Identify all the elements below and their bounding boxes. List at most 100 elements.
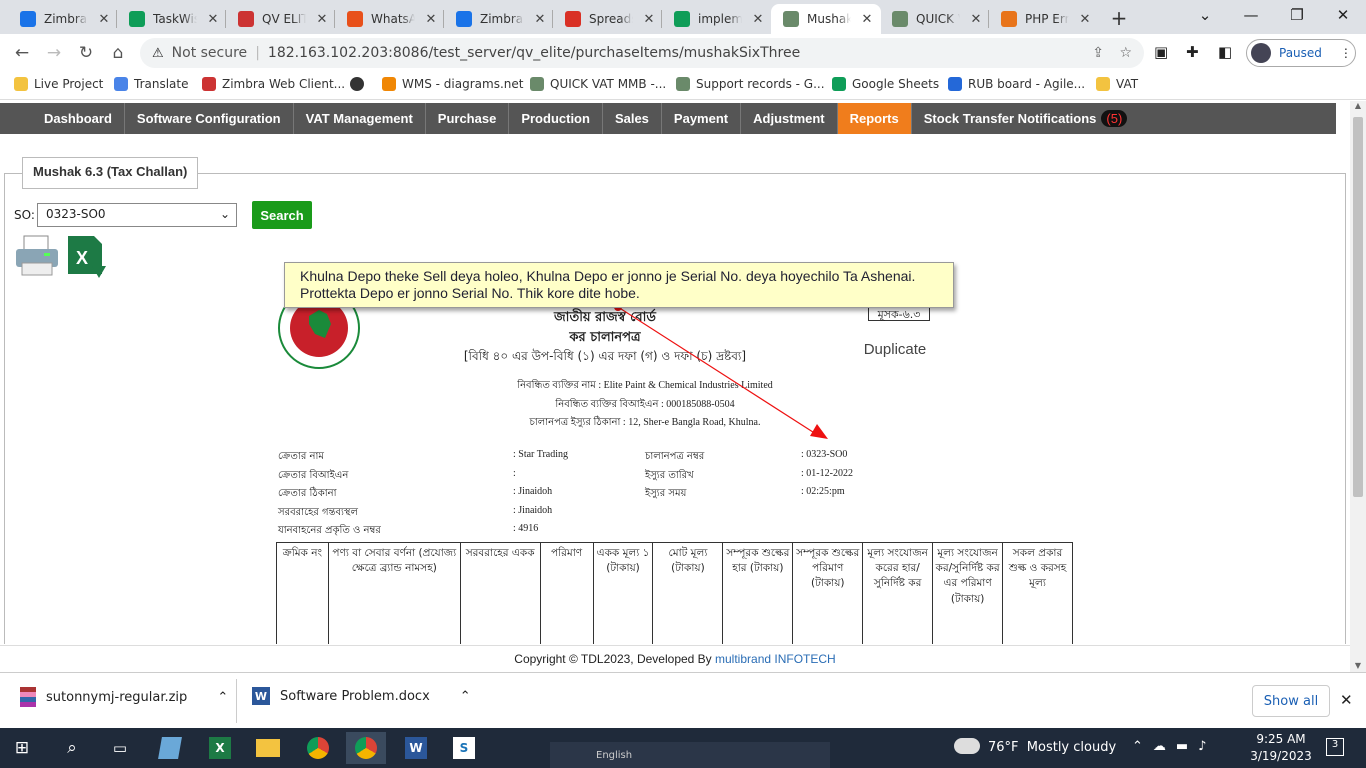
bookmark-item[interactable]: [350, 77, 364, 91]
bookmark-label: QUICK VAT MMB -...: [550, 77, 667, 91]
comment-tooltip: Khulna Depo theke Sell deya holeo, Khuln…: [284, 262, 954, 308]
file-explorer-icon[interactable]: [248, 732, 288, 764]
bookmark-item[interactable]: RUB board - Agile...: [948, 77, 1085, 91]
bookmark-item[interactable]: Google Sheets: [832, 77, 939, 91]
back-icon[interactable]: ←: [10, 41, 34, 65]
menu-label: Sales: [614, 111, 649, 126]
taskbar: ⊞ ⌕ ▭ X W S English 76°F Mostly cloudy ⌃…: [0, 728, 1366, 768]
scrollbar-down-icon[interactable]: ▼: [1350, 661, 1366, 670]
address-bar[interactable]: ⚠ Not secure | 182.163.102.203:8086/test…: [140, 38, 1144, 68]
sidepanel-icon[interactable]: ◧: [1218, 43, 1232, 61]
language-bar[interactable]: English: [550, 742, 830, 768]
forward-icon[interactable]: →: [42, 41, 66, 65]
scrollbar-up-icon[interactable]: ▲: [1350, 101, 1366, 110]
clock-time[interactable]: 9:25 AM: [1256, 732, 1306, 746]
notepad-app-icon[interactable]: [150, 732, 190, 764]
menu-item-purchase[interactable]: Purchase: [426, 103, 510, 134]
close-icon[interactable]: ✕: [314, 12, 330, 27]
menu-item-software-configuration[interactable]: Software Configuration: [125, 103, 294, 134]
column-header: মোট মূল্য (টাকায়): [652, 542, 724, 644]
menu-item-payment[interactable]: Payment: [662, 103, 742, 134]
menu-item-dashboard[interactable]: Dashboard: [32, 103, 125, 134]
extension-icon[interactable]: ▣: [1154, 43, 1168, 61]
tab-9[interactable]: PHP Erro ✕: [989, 4, 1099, 34]
skype-app-icon[interactable]: S: [444, 732, 484, 764]
menu-item-reports[interactable]: Reports: [837, 103, 912, 134]
download-label: sutonnymj-regular.zip: [46, 689, 188, 705]
download-item-docx[interactable]: W Software Problem.docx ⌃: [252, 687, 471, 705]
tab-label: Zimbra:: [480, 12, 524, 26]
bookmark-label: Support records - G...: [696, 77, 825, 91]
reload-icon[interactable]: ↻: [74, 41, 98, 65]
menu-item-vat-management[interactable]: VAT Management: [294, 103, 426, 134]
tab-1[interactable]: TaskWise ✕: [117, 4, 227, 34]
chevron-up-icon[interactable]: ⌃: [460, 689, 471, 704]
minimize-button[interactable]: —: [1228, 0, 1274, 30]
weather-text[interactable]: 76°F Mostly cloudy: [988, 740, 1116, 755]
new-tab-button[interactable]: +: [1106, 6, 1132, 32]
tab-search-icon[interactable]: ⌄: [1182, 0, 1228, 30]
show-all-button[interactable]: Show all: [1252, 685, 1330, 717]
bookmark-item[interactable]: Support records - G...: [676, 77, 825, 91]
close-icon[interactable]: ✕: [641, 12, 657, 27]
close-icon[interactable]: ✕: [423, 12, 439, 27]
bookmark-item[interactable]: Zimbra Web Client...: [202, 77, 345, 91]
tab-0[interactable]: Zimbra: I ✕: [8, 4, 118, 34]
profile-button[interactable]: Paused ⋮: [1246, 39, 1356, 67]
chrome-active-icon[interactable]: [346, 732, 386, 764]
bookmark-item[interactable]: WMS - diagrams.net: [382, 77, 523, 91]
tray-icons[interactable]: ⌃☁▬♪: [1132, 739, 1216, 754]
close-icon[interactable]: ✕: [750, 12, 766, 27]
chevron-up-icon[interactable]: ⌃: [217, 690, 228, 705]
home-icon[interactable]: ⌂: [106, 41, 130, 65]
excel-export-icon[interactable]: X: [66, 234, 110, 280]
items-table: ক্রমিক নং পণ্য বা সেবার বর্ণনা (প্রযোজ্য …: [276, 542, 1073, 644]
search-icon[interactable]: ⌕: [52, 732, 92, 764]
windows-start-icon[interactable]: ⊞: [2, 732, 42, 764]
menu-item-stock-transfer-notifications[interactable]: Stock Transfer Notifications (5): [912, 103, 1140, 134]
tab-4[interactable]: Zimbra: ✕: [444, 4, 554, 34]
excel-app-icon[interactable]: X: [200, 732, 240, 764]
close-window-button[interactable]: ✕: [1320, 0, 1366, 30]
close-icon[interactable]: ✕: [205, 12, 221, 27]
star-icon[interactable]: ☆: [1119, 45, 1132, 61]
search-button[interactable]: Search: [252, 201, 312, 229]
download-item-zip[interactable]: sutonnymj-regular.zip ⌃: [20, 687, 228, 707]
page-scrollbar[interactable]: ▲ ▼: [1350, 101, 1366, 672]
printer-icon[interactable]: [14, 235, 60, 277]
bookmark-item[interactable]: Translate: [114, 77, 189, 91]
developer-link[interactable]: multibrand INFOTECH: [715, 652, 836, 666]
invoice-label: চালানপত্র নম্বর: [645, 451, 705, 462]
clock-date[interactable]: 3/19/2023: [1250, 749, 1312, 763]
close-icon[interactable]: ✕: [968, 12, 984, 27]
notification-icon[interactable]: 3: [1326, 738, 1344, 756]
close-icon[interactable]: ✕: [859, 12, 875, 27]
close-icon[interactable]: ✕: [532, 12, 548, 27]
bookmark-item[interactable]: Live Project: [14, 77, 103, 91]
word-app-icon[interactable]: W: [396, 732, 436, 764]
menu-item-sales[interactable]: Sales: [603, 103, 662, 134]
tab-5[interactable]: Spreadsh ✕: [553, 4, 663, 34]
close-icon[interactable]: ✕: [1077, 12, 1093, 27]
close-icon[interactable]: ✕: [1340, 691, 1353, 709]
close-icon[interactable]: ✕: [96, 12, 112, 27]
scrollbar-thumb[interactable]: [1353, 117, 1363, 497]
menu-item-production[interactable]: Production: [509, 103, 603, 134]
tab-8[interactable]: QUICK V ✕: [880, 4, 990, 34]
tab-7[interactable]: Mushak ✕: [771, 4, 881, 34]
restore-button[interactable]: ❐: [1274, 0, 1320, 30]
tab-6[interactable]: impleme ✕: [662, 4, 772, 34]
tab-label: QUICK V: [916, 12, 960, 26]
chrome-app-icon[interactable]: [298, 732, 338, 764]
so-select[interactable]: 0323-SO0 ⌄: [37, 203, 237, 227]
task-view-icon[interactable]: ▭: [100, 732, 140, 764]
more-icon[interactable]: ⋮: [1340, 46, 1352, 60]
menu-item-adjustment[interactable]: Adjustment: [741, 103, 838, 134]
column-header: সকল প্রকার শুল্ক ও করসহ মূল্য: [1002, 542, 1073, 644]
tab-2[interactable]: QV ELITE ✕: [226, 4, 336, 34]
bookmark-item[interactable]: QUICK VAT MMB -...: [530, 77, 666, 91]
tab-3[interactable]: WhatsApp ✕: [335, 4, 445, 34]
share-icon[interactable]: ⇪: [1092, 45, 1104, 61]
puzzle-icon[interactable]: ✚: [1186, 43, 1199, 61]
bookmark-item[interactable]: VAT: [1096, 77, 1138, 91]
